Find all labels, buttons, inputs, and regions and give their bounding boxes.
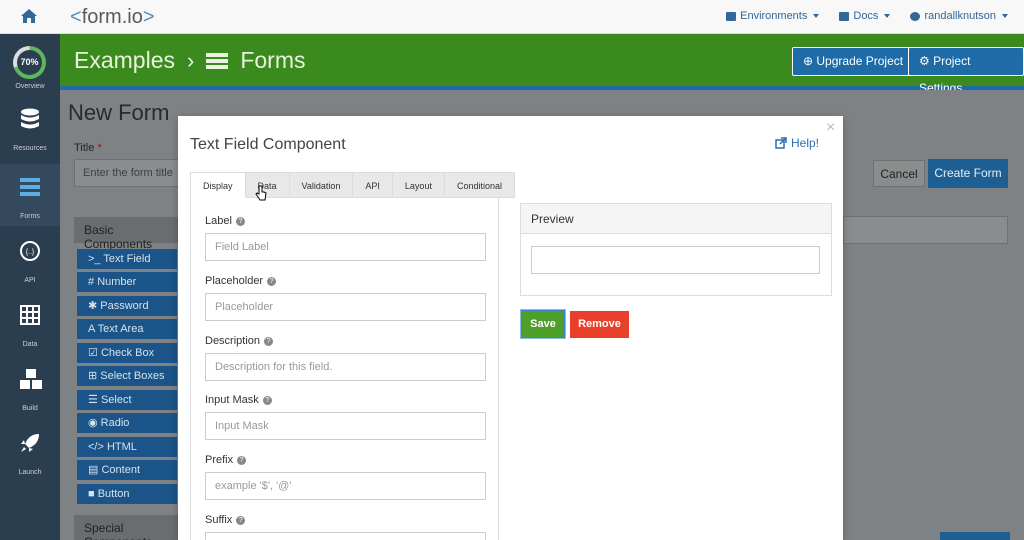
component-html-element[interactable]: </> HTML Element: [77, 437, 177, 473]
user-icon: [910, 11, 921, 21]
title-label: Title *: [74, 142, 102, 154]
breadcrumb-separator: ›: [186, 47, 195, 73]
tab-validation[interactable]: Validation: [289, 172, 354, 198]
tab-layout[interactable]: Layout: [392, 172, 445, 198]
page-title: New Form: [68, 100, 170, 125]
input-mask-input[interactable]: Input Mask: [205, 412, 486, 440]
caret-down-icon: [884, 14, 891, 18]
forms-icon: [20, 178, 40, 196]
svg-text:{..}: {..}: [26, 249, 35, 256]
component-settings-modal: Text Field Component × Help! Display Dat…: [178, 116, 843, 540]
formio-logo[interactable]: <form.io>: [70, 6, 155, 29]
preview-panel: Preview: [520, 203, 832, 296]
sidebar: 70% Overview Resources Forms {..} API Da…: [0, 34, 60, 540]
tab-display[interactable]: Display: [190, 172, 246, 198]
settings-tabs: Display Data Validation API Layout Condi…: [190, 172, 515, 198]
special-components-header[interactable]: Special Components: [74, 515, 184, 540]
tab-conditional[interactable]: Conditional: [444, 172, 515, 198]
sidebar-item-api[interactable]: {..} API: [0, 228, 60, 290]
cancel-button[interactable]: Cancel: [873, 160, 925, 187]
sidebar-item-launch[interactable]: Launch: [0, 420, 60, 482]
caret-down-icon: [813, 14, 820, 18]
home-icon[interactable]: [20, 8, 38, 24]
component-select[interactable]: ☰ Select: [77, 390, 177, 410]
book-icon: [839, 11, 850, 21]
external-link-icon: [775, 137, 787, 149]
suffix-field-label: Suffix?: [205, 514, 246, 526]
description-input[interactable]: Description for this field.: [205, 353, 486, 381]
description-field-label: Description?: [205, 335, 274, 347]
gears-icon: ⚙: [919, 54, 934, 68]
modal-title: Text Field Component: [190, 136, 346, 153]
component-check-box[interactable]: ☑ Check Box: [77, 343, 177, 363]
bottom-button[interactable]: [940, 532, 1010, 540]
prefix-input[interactable]: example '$', '@': [205, 472, 486, 500]
sidebar-item-forms[interactable]: Forms: [0, 164, 60, 226]
cubes-icon: [20, 369, 42, 389]
save-button[interactable]: Save: [521, 310, 565, 338]
input-mask-field-label: Input Mask?: [205, 394, 272, 406]
close-icon[interactable]: ×: [826, 119, 835, 137]
table-icon: [20, 305, 40, 325]
breadcrumb-forms: Forms: [240, 47, 306, 73]
help-link[interactable]: Help!: [775, 136, 819, 150]
sidebar-item-resources[interactable]: Resources: [0, 96, 60, 158]
remove-button[interactable]: Remove: [570, 311, 629, 338]
list-icon: [726, 11, 737, 21]
tab-api[interactable]: API: [353, 172, 393, 198]
caret-down-icon: [1002, 14, 1008, 18]
database-icon: [21, 108, 39, 129]
display-tab-pane: Label? Field Label Placeholder? Placehol…: [190, 197, 499, 540]
component-text-field[interactable]: >_ Text Field: [77, 249, 177, 269]
api-icon: {..}: [20, 241, 40, 261]
preview-text-input[interactable]: [531, 246, 820, 274]
component-text-area[interactable]: A Text Area: [77, 319, 177, 339]
breadcrumb-examples[interactable]: Examples: [74, 47, 175, 74]
sidebar-item-data[interactable]: Data: [0, 292, 60, 354]
question-icon[interactable]: ?: [264, 336, 274, 346]
question-icon[interactable]: ?: [262, 395, 272, 405]
user-dropdown[interactable]: randallknutson: [910, 10, 1008, 22]
tab-data[interactable]: Data: [245, 172, 290, 198]
sidebar-item-overview[interactable]: 70% Overview: [0, 34, 60, 96]
docs-dropdown[interactable]: Docs: [839, 10, 891, 22]
rocket-icon: [21, 434, 39, 452]
project-settings-button[interactable]: ⚙ Project Settings: [908, 47, 1024, 95]
label-input[interactable]: Field Label: [205, 233, 486, 261]
question-icon[interactable]: ?: [237, 455, 247, 465]
component-radio[interactable]: ◉ Radio: [77, 413, 177, 433]
component-button[interactable]: ■ Button: [77, 484, 177, 504]
form-path-input[interactable]: [843, 216, 1008, 244]
component-password[interactable]: ✱ Password: [77, 296, 177, 316]
question-icon[interactable]: ?: [267, 276, 277, 286]
create-form-button[interactable]: Create Form: [928, 159, 1008, 188]
prefix-field-label: Prefix?: [205, 454, 247, 466]
question-icon[interactable]: ?: [236, 515, 246, 525]
component-number[interactable]: # Number: [77, 272, 177, 292]
placeholder-field-label: Placeholder?: [205, 275, 277, 287]
label-field-label: Label?: [205, 215, 245, 227]
project-header: Examples › Forms ⊕ Upgrade Project ⚙ Pro…: [60, 34, 1024, 95]
upgrade-project-button[interactable]: ⊕ Upgrade Project: [792, 47, 915, 76]
arrow-circle-up-icon: ⊕: [803, 54, 817, 68]
component-select-boxes[interactable]: ⊞ Select Boxes: [77, 366, 177, 386]
preview-heading: Preview: [521, 204, 831, 234]
basic-components-header[interactable]: Basic Components: [74, 217, 184, 251]
placeholder-input[interactable]: Placeholder: [205, 293, 486, 321]
form-title-input[interactable]: Enter the form title: [74, 159, 184, 187]
sidebar-item-build[interactable]: Build: [0, 356, 60, 418]
question-icon[interactable]: ?: [235, 216, 245, 226]
forms-icon: [206, 52, 229, 70]
suffix-input[interactable]: [205, 532, 486, 540]
progress-gauge: 70%: [13, 46, 46, 79]
component-content[interactable]: ▤ Content: [77, 460, 177, 480]
environments-dropdown[interactable]: Environments: [726, 10, 820, 22]
top-navbar: <form.io> Environments Docs randallknuts…: [0, 0, 1024, 34]
